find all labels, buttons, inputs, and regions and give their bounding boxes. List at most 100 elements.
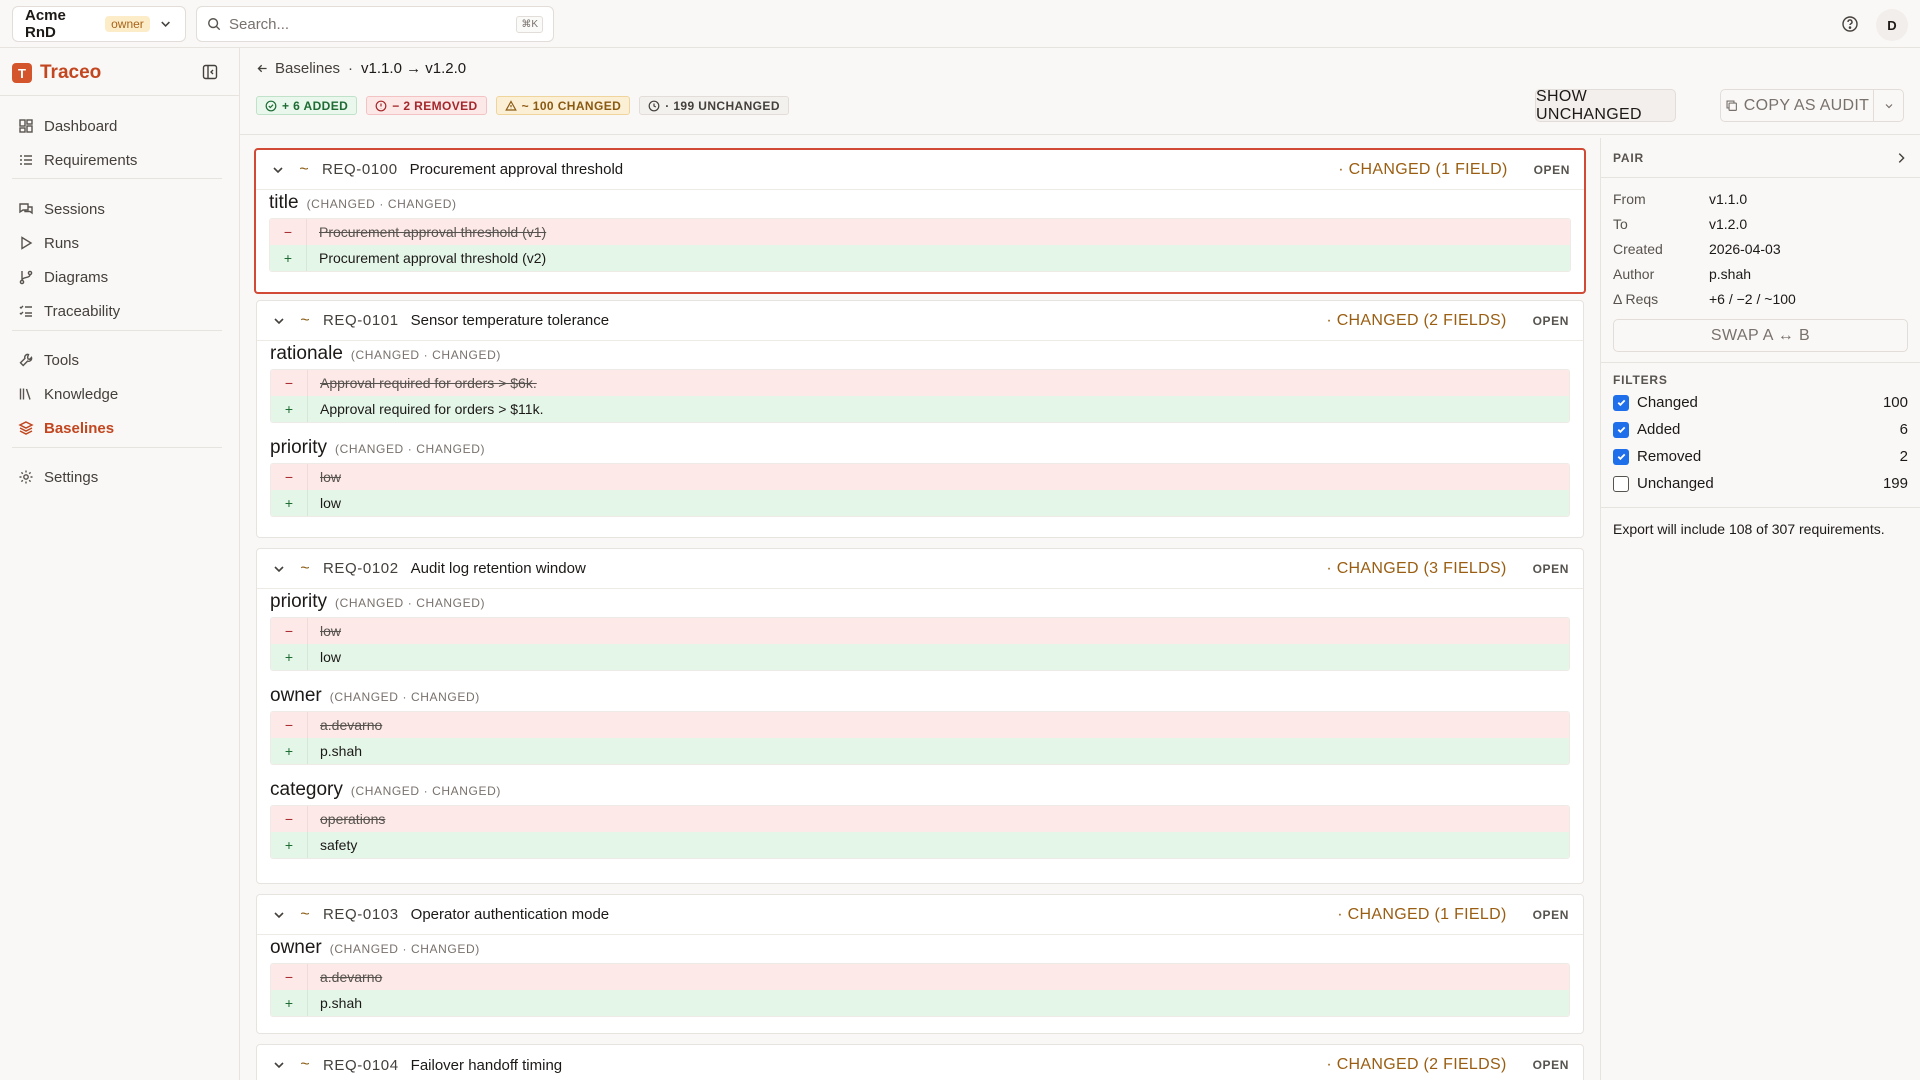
old-value: operations bbox=[307, 806, 1569, 832]
change-status: · CHANGED (2 FIELDS) bbox=[1326, 1056, 1507, 1073]
breadcrumb: Baselines · v1.1.0 → v1.2.0 bbox=[256, 60, 466, 77]
breadcrumb-back-link[interactable]: Baselines bbox=[256, 60, 340, 77]
filter-count: 199 bbox=[1882, 475, 1908, 492]
show-unchanged-button[interactable]: SHOW UNCHANGED bbox=[1535, 88, 1676, 123]
search-box[interactable]: ⌘K bbox=[196, 6, 554, 42]
requirement-diff-card[interactable]: ~ REQ-0101 Sensor temperature tolerance … bbox=[256, 300, 1584, 538]
requirement-diff-card[interactable]: ~ REQ-0103 Operator authentication mode … bbox=[256, 894, 1584, 1034]
sidebar-item-traceability[interactable]: Traceability bbox=[12, 296, 228, 326]
field-tag: (CHANGED · CHANGED) bbox=[350, 348, 501, 362]
search-icon bbox=[208, 18, 221, 31]
brand-logo: T bbox=[12, 63, 32, 83]
brand-name: Traceo bbox=[40, 62, 102, 83]
sidebar-item-label: Baselines bbox=[44, 419, 115, 437]
chevron-right-icon[interactable] bbox=[1894, 151, 1908, 165]
new-value: p.shah bbox=[307, 738, 1569, 764]
unchanged-count-badge: · 199 UNCHANGED bbox=[639, 96, 789, 115]
plus-sign: + bbox=[283, 250, 293, 266]
list-check-icon bbox=[19, 305, 32, 317]
requirement-id: REQ-0102 bbox=[323, 560, 399, 577]
requirement-diff-card[interactable]: ~ REQ-0100 Procurement approval threshol… bbox=[254, 148, 1586, 294]
chevron-down-icon[interactable] bbox=[271, 313, 287, 329]
requirement-id: REQ-0103 bbox=[323, 906, 399, 923]
org-name: Acme RnD bbox=[25, 7, 66, 41]
filter-unchanged[interactable]: Unchanged 199 bbox=[1601, 470, 1920, 497]
export-note: Export will include 108 of 307 requireme… bbox=[1613, 521, 1885, 537]
diff-block: − low + low bbox=[270, 617, 1570, 671]
minus-sign: − bbox=[284, 469, 294, 485]
sidebar-item-label: Sessions bbox=[44, 200, 105, 218]
sidebar-item-settings[interactable]: Settings bbox=[12, 462, 228, 492]
filter-removed[interactable]: Removed 2 bbox=[1601, 443, 1920, 470]
chevron-down-icon[interactable] bbox=[271, 1057, 287, 1073]
sidebar-item-sessions[interactable]: Sessions bbox=[12, 194, 228, 224]
requirement-title: Procurement approval threshold bbox=[409, 161, 624, 178]
added-line: + p.shah bbox=[271, 738, 1569, 764]
minus-sign: − bbox=[284, 717, 294, 733]
chat-icon bbox=[19, 203, 33, 215]
play-icon bbox=[21, 236, 33, 250]
diff-block: − a.devarno + p.shah bbox=[270, 711, 1570, 765]
removed-line: − Procurement approval threshold (v1) bbox=[270, 219, 1570, 245]
changed-marker-icon: ~ bbox=[300, 1056, 310, 1073]
check-circle-icon bbox=[265, 100, 277, 111]
field-name: owner bbox=[270, 937, 322, 958]
breadcrumb-current: v1.1.0 → v1.2.0 bbox=[361, 60, 467, 77]
diff-block: − a.devarno + p.shah bbox=[270, 963, 1570, 1017]
field-diff: rationale (CHANGED · CHANGED) − Approval … bbox=[257, 341, 1583, 423]
checkbox-unchecked[interactable] bbox=[1613, 475, 1629, 492]
copy-icon bbox=[1726, 100, 1737, 111]
pair-panel-header: PAIR bbox=[1601, 138, 1920, 178]
open-link[interactable]: OPEN bbox=[1533, 908, 1569, 922]
checkbox-checked[interactable] bbox=[1613, 421, 1629, 438]
sidebar-item-knowledge[interactable]: Knowledge bbox=[12, 379, 228, 409]
checkbox-checked[interactable] bbox=[1613, 394, 1629, 411]
search-input[interactable] bbox=[229, 15, 509, 33]
open-link[interactable]: OPEN bbox=[1533, 562, 1569, 576]
org-switcher[interactable]: Acme RnD owner bbox=[12, 6, 186, 42]
sidebar-item-diagrams[interactable]: Diagrams bbox=[12, 262, 228, 292]
checkbox-checked[interactable] bbox=[1613, 448, 1629, 465]
requirement-id: REQ-0104 bbox=[323, 1056, 399, 1074]
brand[interactable]: T Traceo bbox=[12, 62, 101, 84]
layers-icon bbox=[18, 421, 34, 435]
requirement-diff-card[interactable]: ~ REQ-0102 Audit log retention window · … bbox=[256, 548, 1584, 884]
open-link[interactable]: OPEN bbox=[1533, 1058, 1569, 1072]
sidebar-collapse-icon[interactable] bbox=[201, 63, 219, 81]
field-name: owner bbox=[270, 685, 322, 706]
filter-label: Added bbox=[1637, 421, 1681, 438]
sidebar-item-label: Settings bbox=[44, 468, 99, 486]
card-header: ~ REQ-0101 Sensor temperature tolerance … bbox=[257, 301, 1583, 341]
copy-options-dropdown[interactable] bbox=[1873, 89, 1904, 122]
chevron-down-icon bbox=[161, 21, 170, 27]
field-heading: category (CHANGED · CHANGED) bbox=[270, 777, 1570, 805]
copy-as-audit-button[interactable]: COPY AS AUDIT bbox=[1720, 89, 1874, 122]
sidebar-item-label: Diagrams bbox=[44, 268, 109, 286]
requirement-diff-card[interactable]: ~ REQ-0104 Failover handoff timing · CHA… bbox=[256, 1044, 1584, 1080]
plus-sign: + bbox=[284, 401, 294, 417]
sidebar-item-tools[interactable]: Tools bbox=[12, 345, 228, 375]
changed-marker-icon: ~ bbox=[300, 905, 310, 923]
field-heading: owner (CHANGED · CHANGED) bbox=[270, 935, 1570, 963]
sidebar-item-runs[interactable]: Runs bbox=[12, 228, 228, 258]
requirement-title: Failover handoff timing bbox=[410, 1056, 563, 1074]
new-value: p.shah bbox=[307, 990, 1569, 1016]
added-line: + low bbox=[271, 490, 1569, 516]
filter-added[interactable]: Added 6 bbox=[1601, 416, 1920, 443]
old-value: a.devarno bbox=[307, 712, 1569, 738]
sidebar-item-requirements[interactable]: Requirements bbox=[12, 145, 228, 175]
filter-changed[interactable]: Changed 100 bbox=[1601, 389, 1920, 416]
removed-line: − low bbox=[271, 618, 1569, 644]
open-link[interactable]: OPEN bbox=[1534, 163, 1570, 177]
user-avatar[interactable]: D bbox=[1876, 9, 1908, 41]
sidebar-item-dashboard[interactable]: Dashboard bbox=[12, 111, 228, 141]
help-icon[interactable] bbox=[1840, 14, 1860, 34]
swap-button[interactable]: SWAP A ↔ B bbox=[1613, 319, 1908, 352]
open-link[interactable]: OPEN bbox=[1533, 314, 1569, 328]
sidebar-item-baselines[interactable]: Baselines bbox=[12, 413, 228, 443]
list-icon bbox=[20, 155, 32, 165]
chevron-down-icon[interactable] bbox=[271, 561, 287, 577]
chevron-down-icon[interactable] bbox=[271, 907, 287, 923]
removed-count-badge: − 2 REMOVED bbox=[366, 96, 487, 115]
chevron-down-icon[interactable] bbox=[270, 162, 286, 178]
